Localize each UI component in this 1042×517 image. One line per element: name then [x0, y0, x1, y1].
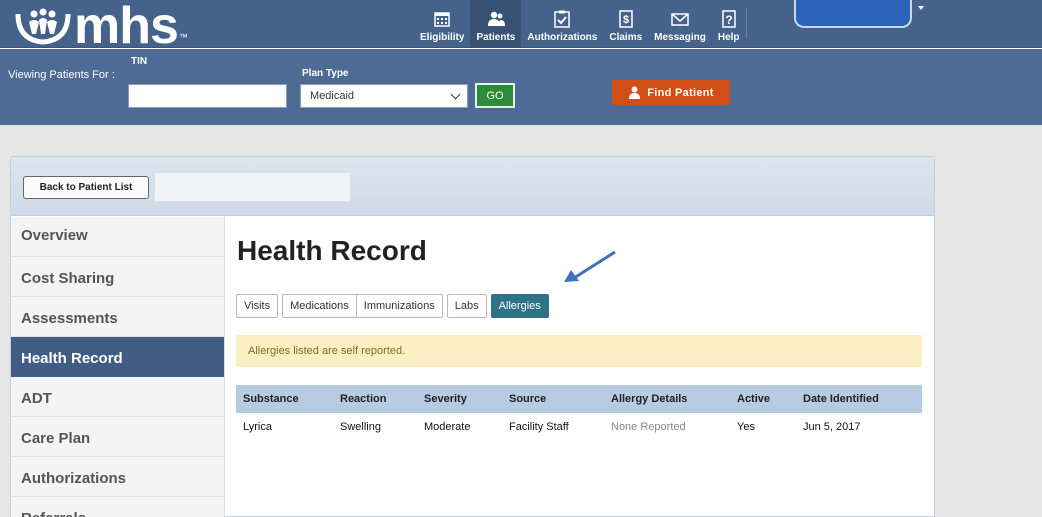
sidebar-item-health-record[interactable]: Health Record	[11, 337, 224, 377]
tab-immunizations[interactable]: Immunizations	[355, 294, 443, 318]
table-cell: Yes	[737, 421, 755, 433]
record-sidebar: Overview Cost Sharing Assessments Health…	[11, 217, 225, 517]
table-row: Lyrica Swelling Moderate Facility Staff …	[236, 413, 922, 441]
table-cell: Lyrica	[243, 421, 272, 433]
find-patient-button[interactable]: Find Patient	[612, 80, 730, 105]
back-to-patient-list-button[interactable]: Back to Patient List	[23, 176, 149, 199]
table-cell: Facility Staff	[509, 421, 569, 433]
chevron-down-icon	[450, 89, 461, 100]
plan-type-label: Plan Type	[302, 68, 349, 79]
tin-input[interactable]	[128, 84, 287, 108]
allergies-table: Substance Reaction Severity Source Aller…	[236, 385, 922, 441]
main-nav: Eligibility Patients Authorizations $ Cl…	[414, 0, 747, 48]
plan-type-value: Medicaid	[310, 90, 355, 102]
panel-header: Back to Patient List	[11, 157, 934, 216]
envelope-icon	[671, 13, 689, 26]
column-header: Allergy Details	[611, 393, 688, 405]
nav-label: Messaging	[654, 32, 706, 43]
nav-label: Claims	[609, 32, 643, 43]
go-button[interactable]: GO	[475, 83, 515, 108]
column-header: Substance	[243, 393, 299, 405]
sidebar-item-cost-sharing[interactable]: Cost Sharing	[11, 257, 224, 297]
sidebar-item-overview[interactable]: Overview	[11, 217, 224, 257]
viewing-patients-label: Viewing Patients For :	[8, 69, 115, 81]
patients-icon	[487, 11, 505, 26]
user-menu-caret-icon[interactable]	[918, 6, 924, 10]
annotation-arrow-icon	[564, 250, 616, 282]
nav-patients[interactable]: Patients	[470, 0, 522, 48]
calendar-icon	[434, 12, 450, 27]
logo-trademark: ™	[178, 32, 188, 42]
svg-text:?: ?	[725, 13, 732, 27]
patient-filter-bar: Viewing Patients For : TIN Plan Type Med…	[0, 49, 1042, 125]
patient-panel: Back to Patient List Overview Cost Shari…	[10, 156, 935, 517]
health-record-tabs: Visits Medications Immunizations Labs Al…	[236, 294, 553, 318]
tab-medications[interactable]: Medications	[282, 294, 356, 318]
logo-mark-icon	[15, 8, 71, 45]
question-icon: ?	[721, 10, 736, 28]
nav-label: Authorizations	[527, 32, 598, 43]
plan-type-select[interactable]: Medicaid	[300, 84, 468, 108]
nav-messaging[interactable]: Messaging	[648, 0, 712, 48]
checklist-icon	[554, 10, 571, 28]
nav-eligibility[interactable]: Eligibility	[414, 0, 470, 48]
table-cell: Moderate	[424, 421, 471, 433]
column-header: Active	[737, 393, 771, 405]
column-header: Reaction	[340, 393, 387, 405]
patient-name-box	[154, 172, 351, 202]
sidebar-item-referrals[interactable]: Referrals	[11, 497, 224, 517]
table-cell: None Reported	[611, 421, 686, 433]
nav-label: Patients	[476, 32, 516, 43]
dollar-document-icon: $	[619, 10, 633, 28]
column-header: Source	[509, 393, 547, 405]
person-icon	[629, 86, 641, 99]
nav-authorizations[interactable]: Authorizations	[521, 0, 603, 48]
table-cell: Swelling	[340, 421, 381, 433]
tab-allergies[interactable]: Allergies	[490, 294, 549, 318]
sidebar-item-adt[interactable]: ADT	[11, 377, 224, 417]
mhs-logo[interactable]: mhs ™	[14, 0, 188, 55]
nav-help[interactable]: ? Help	[712, 0, 746, 48]
nav-label: Eligibility	[420, 32, 465, 43]
column-header: Date Identified	[803, 393, 879, 405]
self-reported-notice: Allergies listed are self reported.	[236, 335, 922, 367]
table-cell: Jun 5, 2017	[803, 421, 861, 433]
svg-text:$: $	[623, 14, 629, 26]
sidebar-item-care-plan[interactable]: Care Plan	[11, 417, 224, 457]
top-header: mhs ™ Eligibility Patients Authorization…	[0, 0, 1042, 55]
sidebar-item-authorizations[interactable]: Authorizations	[11, 457, 224, 497]
column-header: Severity	[424, 393, 467, 405]
logo-text: mhs	[74, 0, 179, 55]
tab-visits[interactable]: Visits	[236, 294, 279, 318]
nav-claims[interactable]: $ Claims	[603, 0, 648, 48]
table-header: Substance Reaction Severity Source Aller…	[236, 385, 922, 413]
tin-label: TIN	[131, 56, 148, 67]
tab-labs[interactable]: Labs	[446, 294, 487, 318]
nav-divider	[745, 8, 747, 38]
find-patient-label: Find Patient	[647, 86, 714, 99]
nav-label: Help	[717, 32, 740, 43]
page-title: Health Record	[237, 235, 427, 266]
sidebar-item-assessments[interactable]: Assessments	[11, 297, 224, 337]
user-menu[interactable]	[794, 0, 912, 28]
